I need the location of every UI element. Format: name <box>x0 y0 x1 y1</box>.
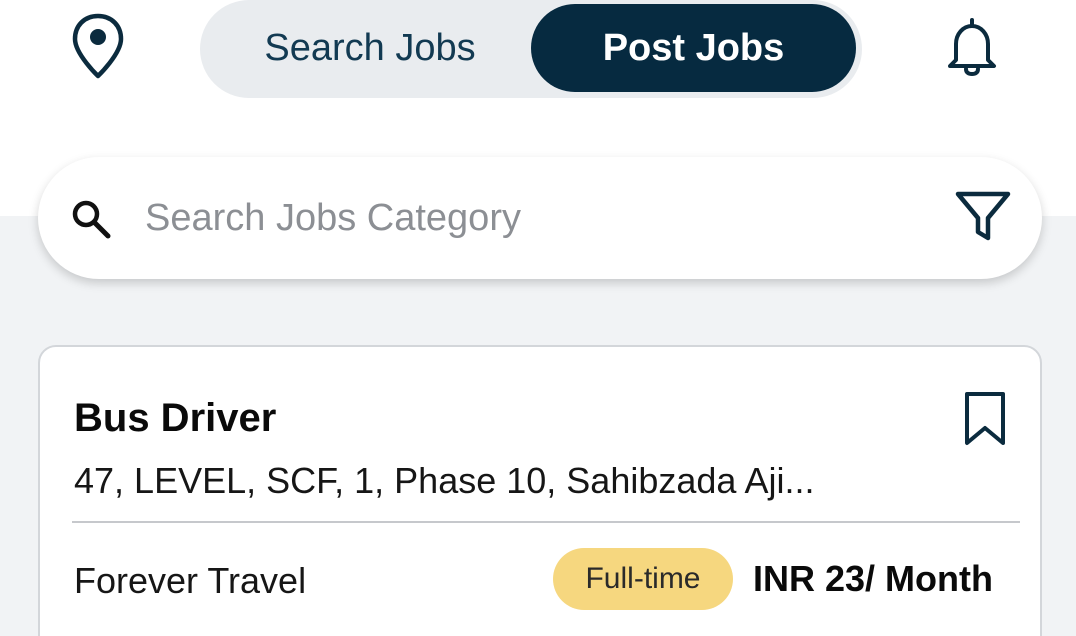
tab-search-jobs-label: Search Jobs <box>264 26 476 69</box>
employment-type-badge: Full-time <box>553 548 733 610</box>
search-icon[interactable] <box>68 196 114 242</box>
filter-icon[interactable] <box>954 188 1012 244</box>
job-address: 47, LEVEL, SCF, 1, Phase 10, Sahibzada A… <box>74 460 815 501</box>
tab-search-jobs[interactable]: Search Jobs <box>200 4 540 92</box>
location-pin-icon[interactable] <box>70 12 126 80</box>
card-divider <box>72 521 1020 523</box>
salary-text: INR 23/ Month <box>753 558 993 599</box>
bookmark-icon[interactable] <box>962 390 1008 448</box>
job-mode-toggle: Search Jobs Post Jobs <box>200 0 862 98</box>
tab-post-jobs[interactable]: Post Jobs <box>531 4 856 92</box>
bell-icon[interactable] <box>944 16 1000 77</box>
company-name: Forever Travel <box>74 560 307 601</box>
employment-type-label: Full-time <box>585 562 701 595</box>
search-input[interactable] <box>145 190 905 246</box>
job-title[interactable]: Bus Driver <box>74 396 276 441</box>
tab-post-jobs-label: Post Jobs <box>602 26 785 69</box>
